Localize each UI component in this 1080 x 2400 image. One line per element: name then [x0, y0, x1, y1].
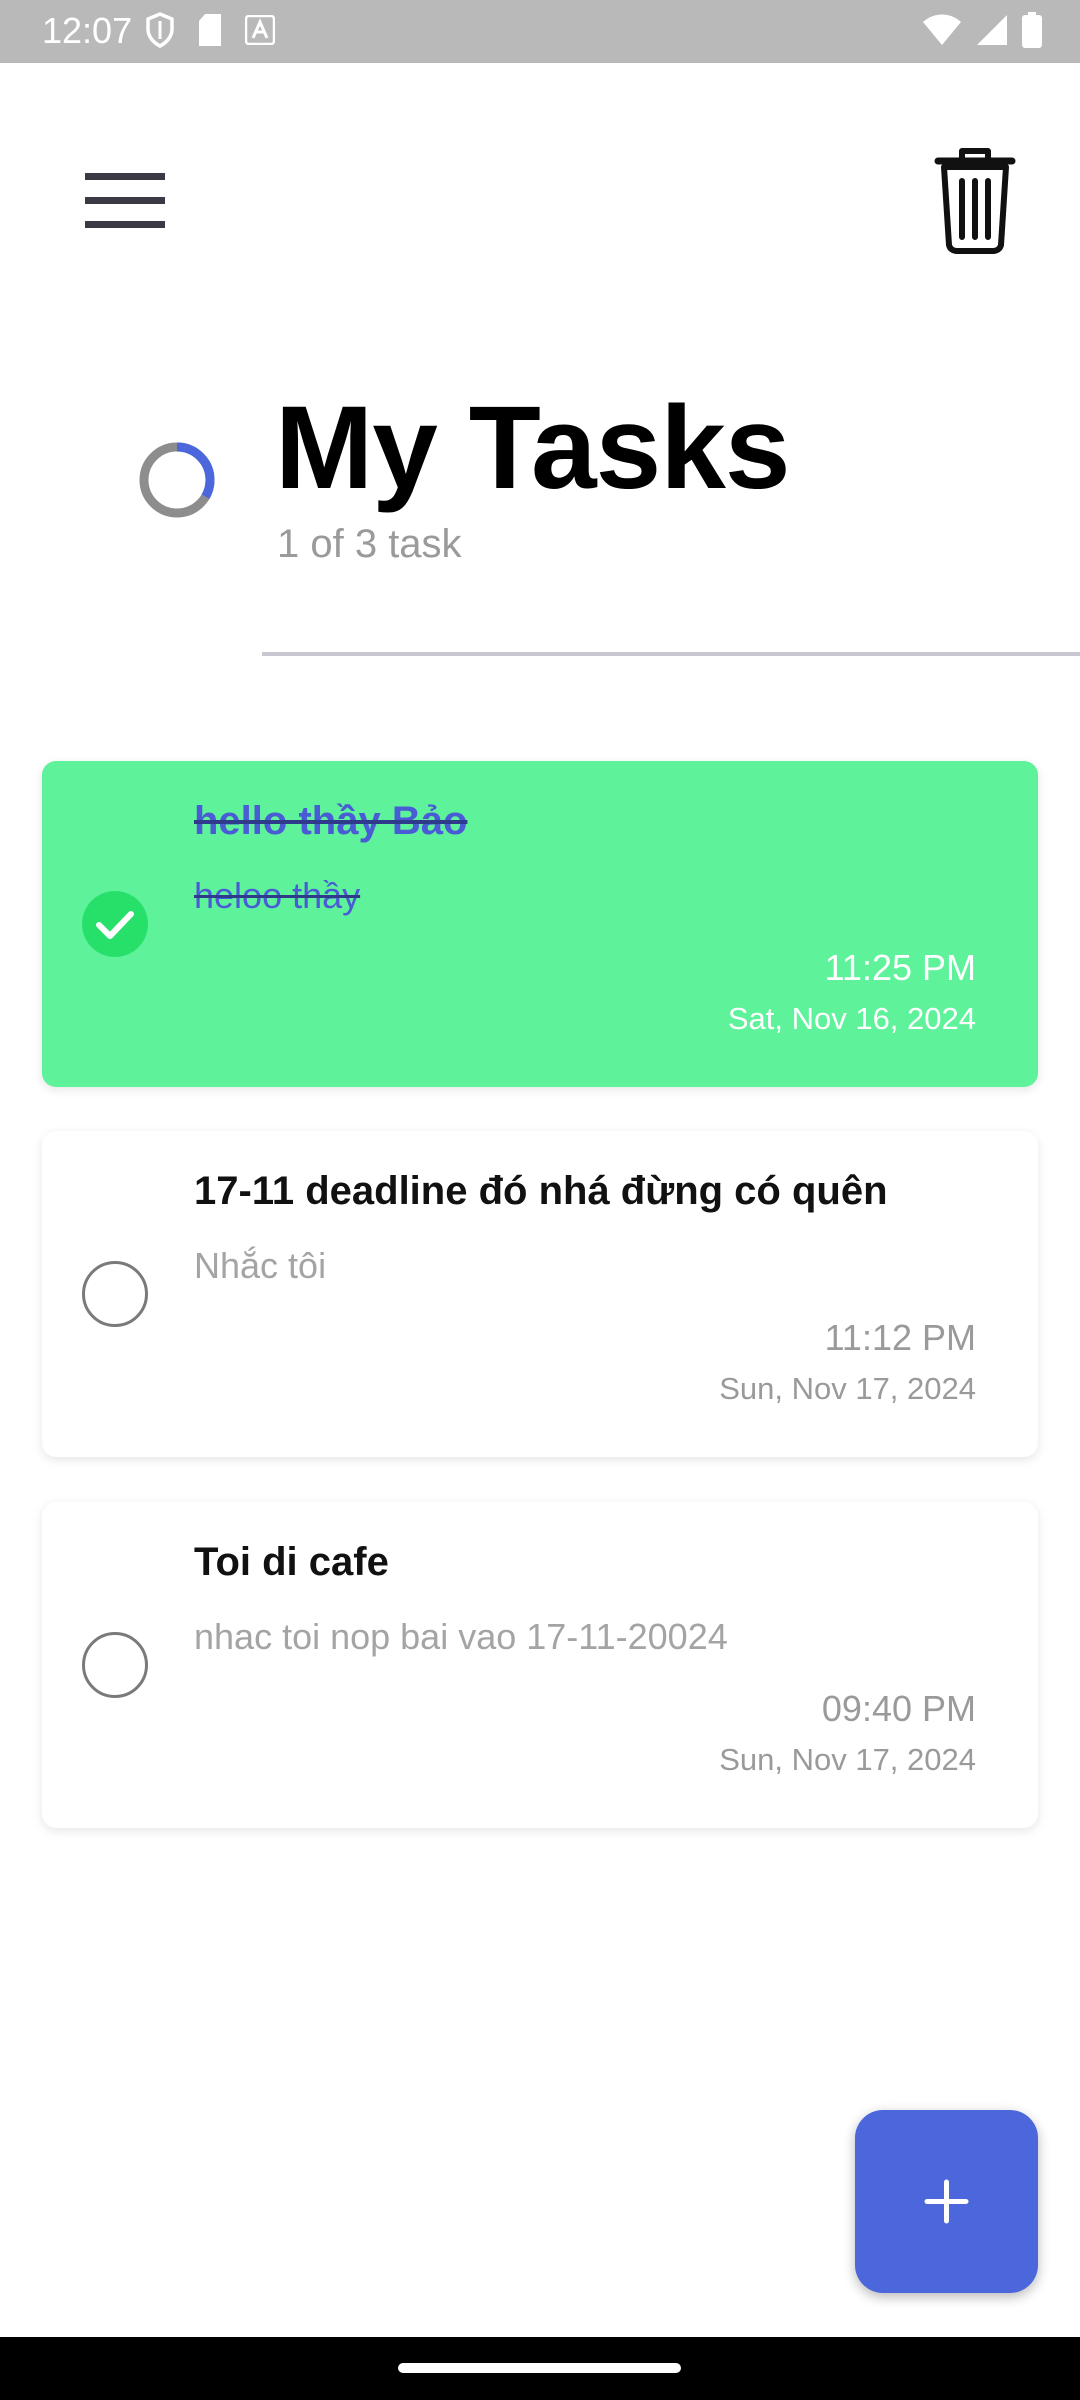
task-checkbox[interactable] — [82, 891, 148, 957]
status-left-icons — [145, 12, 276, 53]
font-a-icon — [244, 14, 276, 50]
task-time: 11:25 PM — [824, 947, 976, 988]
task-card[interactable]: Toi di cafe nhac toi nop bai vao 17-11-2… — [42, 1502, 1038, 1828]
task-time: 11:12 PM — [824, 1317, 976, 1358]
task-date: Sat, Nov 16, 2024 — [727, 1001, 976, 1036]
battery-icon — [1022, 12, 1042, 53]
add-task-button[interactable] — [855, 2110, 1038, 2293]
task-note: nhac toi nop bai vao 17-11-20024 — [194, 1616, 728, 1657]
task-count: 1 of 3 task — [277, 522, 462, 566]
task-date: Sun, Nov 17, 2024 — [719, 1371, 976, 1406]
task-note: Nhắc tôi — [194, 1245, 327, 1286]
status-bar: 12:07 — [0, 0, 1080, 63]
menu-button[interactable] — [70, 160, 180, 240]
status-time: 12:07 — [42, 10, 133, 51]
task-title: hello thầy Bảo — [194, 799, 468, 843]
status-right-icons — [922, 12, 1042, 53]
page-title: My Tasks — [275, 382, 791, 514]
task-note: heloo thầy — [194, 875, 361, 916]
hamburger-menu-icon — [70, 173, 180, 244]
home-gesture-handle[interactable] — [398, 2363, 681, 2373]
task-title: Toi di cafe — [194, 1540, 389, 1584]
task-card[interactable]: 17-11 deadline đó nhá đừng có quên Nhắc … — [42, 1131, 1038, 1457]
task-title: 17-11 deadline đó nhá đừng có quên — [194, 1169, 888, 1213]
navigation-bar — [0, 2337, 1080, 2400]
trash-icon — [920, 148, 1030, 259]
plus-icon — [855, 2179, 1038, 2297]
task-card[interactable]: hello thầy Bảo heloo thầy 11:25 PM Sat, … — [42, 761, 1038, 1087]
task-checkbox[interactable] — [82, 1632, 148, 1698]
shield-icon — [145, 12, 175, 53]
divider — [262, 652, 1080, 656]
sd-card-icon — [197, 13, 223, 52]
task-checkbox[interactable] — [82, 1261, 148, 1327]
signal-icon — [976, 14, 1008, 51]
task-time: 09:40 PM — [821, 1688, 976, 1729]
wifi-icon — [922, 14, 962, 51]
checkmark-icon — [82, 911, 148, 961]
delete-button[interactable] — [920, 145, 1030, 255]
task-date: Sun, Nov 17, 2024 — [719, 1742, 976, 1777]
progress-ring — [132, 435, 222, 525]
